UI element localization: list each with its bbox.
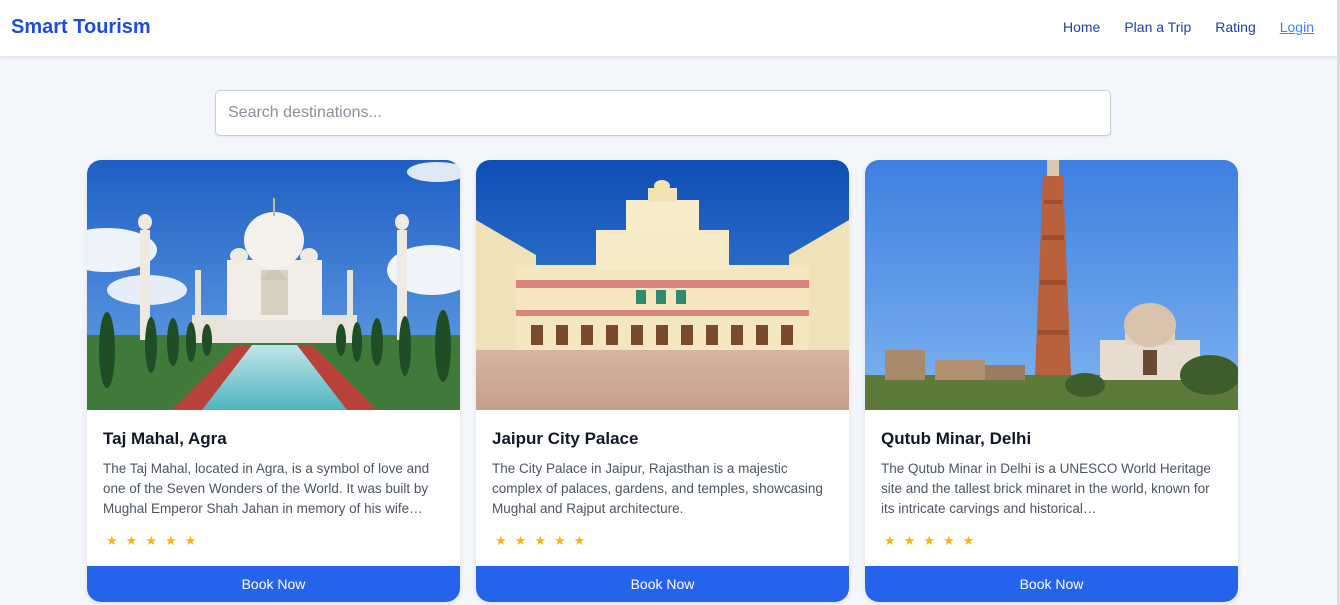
card-description: The Qutub Minar in Delhi is a UNESCO Wor…	[881, 461, 1211, 516]
rating-stars: ★ ★ ★ ★ ★	[495, 533, 585, 549]
card-title: Qutub Minar, Delhi	[881, 429, 1032, 448]
rating-stars: ★ ★ ★ ★ ★	[106, 533, 196, 549]
search-input[interactable]	[216, 91, 1110, 135]
brand-logo-text[interactable]: Smart Tourism	[11, 16, 151, 39]
destination-cards: Taj Mahal, Agra The Taj Mahal, located i…	[87, 160, 1238, 602]
star-icon: ★	[184, 533, 197, 548]
star-icon: ★	[942, 533, 955, 548]
star-icon: ★	[884, 533, 896, 548]
search-bar	[215, 90, 1111, 136]
qutub-minar-image	[865, 160, 1238, 410]
star-icon: ★	[553, 533, 566, 548]
nav-link-plan-trip[interactable]: Plan a Trip	[1124, 19, 1191, 35]
star-icon: ★	[573, 533, 586, 548]
card-title: Jaipur City Palace	[492, 429, 639, 448]
star-icon: ★	[962, 533, 975, 548]
nav-link-home[interactable]: Home	[1063, 19, 1100, 35]
rating-stars: ★ ★ ★ ★ ★	[884, 533, 974, 549]
book-now-button[interactable]: Book Now	[87, 566, 460, 602]
book-now-button[interactable]: Book Now	[865, 566, 1238, 602]
star-icon: ★	[106, 533, 118, 548]
star-icon: ★	[903, 533, 916, 548]
nav-link-rating[interactable]: Rating	[1215, 19, 1255, 35]
taj-mahal-image	[87, 160, 460, 410]
star-icon: ★	[125, 533, 138, 548]
card-description: The Taj Mahal, located in Agra, is a sym…	[103, 461, 430, 516]
city-palace-image	[476, 160, 849, 410]
destination-card-taj-mahal: Taj Mahal, Agra The Taj Mahal, located i…	[87, 160, 460, 602]
card-description: The City Palace in Jaipur, Rajasthan is …	[492, 461, 823, 516]
star-icon: ★	[145, 533, 157, 548]
star-icon: ★	[514, 533, 527, 548]
star-icon: ★	[534, 533, 546, 548]
star-icon: ★	[164, 533, 177, 548]
star-icon: ★	[923, 533, 935, 548]
destination-card-qutub-minar: Qutub Minar, Delhi The Qutub Minar in De…	[865, 160, 1238, 602]
nav-link-login[interactable]: Login	[1280, 19, 1314, 35]
star-icon: ★	[495, 533, 507, 548]
navbar: Smart Tourism Home Plan a Trip Rating Lo…	[0, 0, 1340, 57]
card-title: Taj Mahal, Agra	[103, 429, 227, 448]
destination-card-jaipur-city-palace: Jaipur City Palace The City Palace in Ja…	[476, 160, 849, 602]
book-now-button[interactable]: Book Now	[476, 566, 849, 602]
nav-links: Home Plan a Trip Rating Login	[1063, 19, 1314, 35]
